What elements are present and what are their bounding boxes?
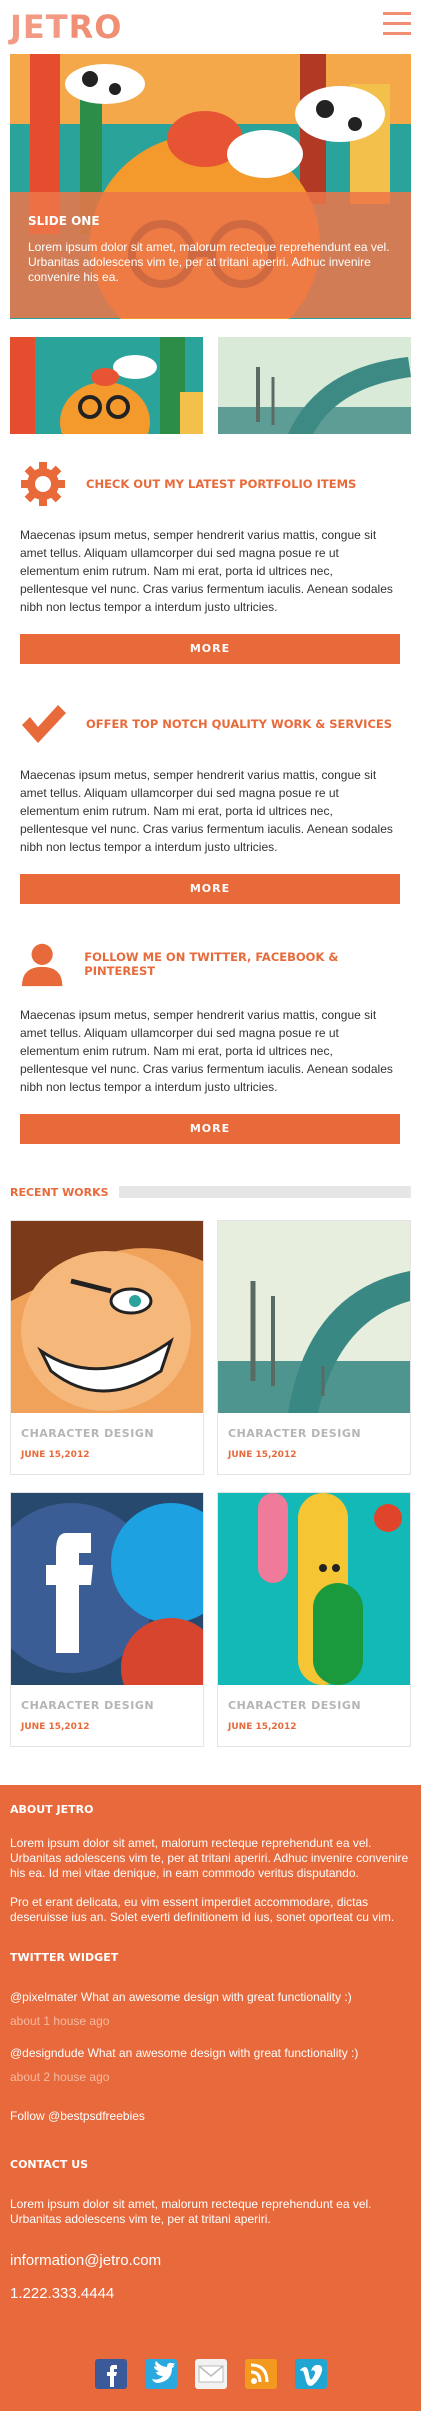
vimeo-icon[interactable] bbox=[294, 2359, 327, 2389]
feature-title: CHECK OUT MY LATEST PORTFOLIO ITEMS bbox=[86, 477, 357, 491]
feature-portfolio: CHECK OUT MY LATEST PORTFOLIO ITEMS Maec… bbox=[20, 454, 401, 664]
header: JETRO bbox=[0, 0, 421, 54]
user-icon bbox=[21, 943, 63, 987]
mail-icon[interactable] bbox=[194, 2359, 227, 2389]
rss-icon[interactable] bbox=[244, 2359, 277, 2389]
more-button[interactable]: MORE bbox=[20, 634, 400, 664]
more-button[interactable]: MORE bbox=[20, 874, 400, 904]
hero-slider[interactable]: SLIDE ONE Lorem ipsum dolor sit amet, ma… bbox=[10, 54, 411, 319]
feature-text: Maecenas ipsum metus, semper hendrerit v… bbox=[20, 528, 393, 614]
checkmark-icon bbox=[22, 705, 66, 743]
slide-caption: SLIDE ONE Lorem ipsum dolor sit amet, ma… bbox=[10, 192, 411, 318]
work-card[interactable]: CHARACTER DESIGN JUNE 15,2012 bbox=[217, 1220, 411, 1475]
tweet: @designdude What an awesome design with … bbox=[10, 2046, 359, 2060]
slider-thumbnails bbox=[10, 337, 411, 434]
about-paragraph-2: Pro et erant delicata, eu vim essent imp… bbox=[10, 1895, 395, 1924]
footer: ABOUT JETRO Lorem ipsum dolor sit amet, … bbox=[0, 1785, 421, 2411]
work-card[interactable]: CHARACTER DESIGN JUNE 15,2012 bbox=[217, 1492, 411, 1747]
thumbnail-2[interactable] bbox=[218, 337, 411, 434]
about-title: ABOUT JETRO bbox=[10, 1803, 94, 1816]
feature-title: OFFER TOP NOTCH QUALITY WORK & SERVICES bbox=[86, 717, 393, 731]
about-paragraph-1: Lorem ipsum dolor sit amet, malorum rect… bbox=[10, 1836, 409, 1880]
contact-text: Lorem ipsum dolor sit amet, malorum rect… bbox=[10, 2197, 372, 2226]
recent-works-header: RECENT WORKS bbox=[10, 1184, 411, 1200]
tweet-handle[interactable]: @designdude bbox=[10, 2046, 84, 2060]
more-button[interactable]: MORE bbox=[20, 1114, 400, 1144]
work-image bbox=[11, 1221, 203, 1413]
facebook-icon[interactable] bbox=[94, 2359, 127, 2389]
tweet-time: about 1 house ago bbox=[10, 2014, 110, 2028]
work-title: CHARACTER DESIGN bbox=[21, 1427, 155, 1440]
email-link[interactable]: information@jetro.com bbox=[10, 2252, 161, 2269]
work-title: CHARACTER DESIGN bbox=[228, 1427, 362, 1440]
divider bbox=[118, 1186, 411, 1198]
twitter-icon[interactable] bbox=[144, 2359, 177, 2389]
feature-text: Maecenas ipsum metus, semper hendrerit v… bbox=[20, 768, 393, 854]
work-date: JUNE 15,2012 bbox=[228, 1450, 297, 1460]
work-card[interactable]: CHARACTER DESIGN JUNE 15,2012 bbox=[10, 1492, 204, 1747]
logo[interactable]: JETRO bbox=[10, 10, 122, 44]
slide-title: SLIDE ONE bbox=[28, 214, 100, 228]
social-icons bbox=[0, 2359, 421, 2389]
feature-quality: OFFER TOP NOTCH QUALITY WORK & SERVICES … bbox=[20, 694, 401, 904]
phone-link[interactable]: 1.222.333.4444 bbox=[10, 2285, 114, 2302]
work-date: JUNE 15,2012 bbox=[21, 1722, 90, 1732]
feature-social: FOLLOW ME ON TWITTER, FACEBOOK & PINTERE… bbox=[20, 934, 401, 1144]
work-title: CHARACTER DESIGN bbox=[228, 1699, 362, 1712]
work-image bbox=[11, 1493, 203, 1685]
work-title: CHARACTER DESIGN bbox=[21, 1699, 155, 1712]
gear-icon bbox=[21, 462, 65, 506]
twitter-title: TWITTER WIDGET bbox=[10, 1951, 119, 1964]
tweet: @pixelmater What an awesome design with … bbox=[10, 1990, 352, 2004]
work-date: JUNE 15,2012 bbox=[21, 1450, 90, 1460]
work-card[interactable]: CHARACTER DESIGN JUNE 15,2012 bbox=[10, 1220, 204, 1475]
slide-description: Lorem ipsum dolor sit amet, malorum rect… bbox=[28, 240, 390, 284]
feature-title: FOLLOW ME ON TWITTER, FACEBOOK & PINTERE… bbox=[84, 950, 339, 978]
work-date: JUNE 15,2012 bbox=[228, 1722, 297, 1732]
recent-works-grid: CHARACTER DESIGN JUNE 15,2012 CHARACTER … bbox=[10, 1220, 411, 1764]
section-title: RECENT WORKS bbox=[10, 1185, 109, 1199]
work-image bbox=[218, 1493, 410, 1685]
thumbnail-1[interactable] bbox=[10, 337, 203, 434]
tweet-handle[interactable]: @pixelmater bbox=[10, 1990, 78, 2004]
contact-title: CONTACT US bbox=[10, 2158, 89, 2171]
work-image bbox=[218, 1221, 410, 1413]
menu-icon[interactable] bbox=[383, 12, 411, 38]
follow-link[interactable]: Follow @bestpsdfreebies bbox=[10, 2109, 411, 2124]
feature-text: Maecenas ipsum metus, semper hendrerit v… bbox=[20, 1008, 393, 1094]
tweet-time: about 2 house ago bbox=[10, 2070, 110, 2084]
